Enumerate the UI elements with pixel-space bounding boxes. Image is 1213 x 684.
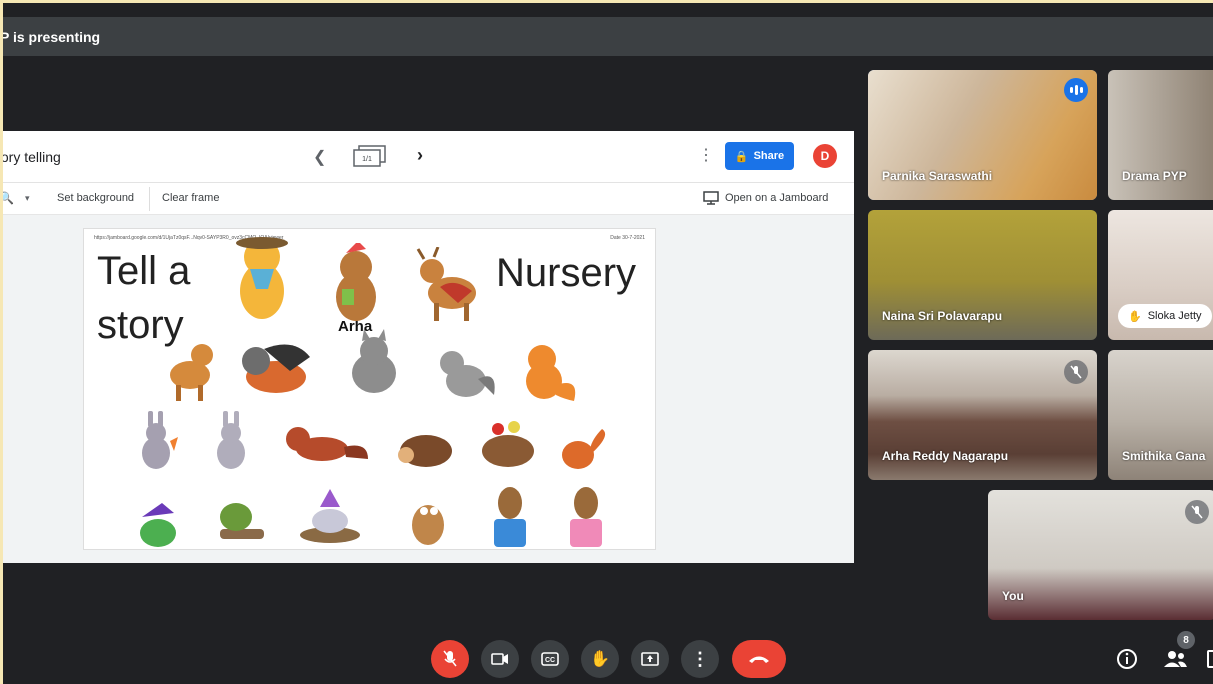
more-options-button[interactable]: ⋮ xyxy=(681,640,719,678)
participant-name: Naina Sri Polavarapu xyxy=(882,309,1003,323)
reindeer-sticker xyxy=(416,247,476,321)
raised-hand-pill: ✋ Sloka Jetty xyxy=(1118,304,1212,328)
share-label: Share xyxy=(753,150,785,162)
participant-tile[interactable]: ✋ Sloka Jetty xyxy=(1108,210,1213,340)
mic-toggle-button[interactable] xyxy=(431,640,469,678)
raccoon-sticker xyxy=(242,344,310,393)
mic-off-icon xyxy=(1064,360,1088,384)
chevron-down-icon[interactable]: ▾ xyxy=(25,193,30,204)
participant-tile[interactable]: Drama PYP xyxy=(1108,70,1213,200)
presentation-area: tory telling ❮ 1/1 › ⋮ 🔒 Share D 🔍 ▾ Set… xyxy=(3,131,854,563)
bear-hat-sticker xyxy=(236,237,288,319)
participant-name: Sloka Jetty xyxy=(1147,310,1202,322)
participant-tile[interactable]: Naina Sri Polavarapu xyxy=(868,210,1097,340)
divider xyxy=(149,187,150,211)
present-button[interactable] xyxy=(631,640,669,678)
next-frame-button[interactable]: › xyxy=(417,145,423,166)
participant-name: Drama PYP xyxy=(1122,169,1187,183)
bear-sticker xyxy=(336,243,376,321)
frog-sticker xyxy=(140,503,176,547)
chat-icon[interactable] xyxy=(1207,648,1213,670)
svg-text:CC: CC xyxy=(545,657,555,664)
captions-button[interactable]: CC xyxy=(531,640,569,678)
present-icon xyxy=(641,652,659,666)
wolf-pup-sticker xyxy=(440,351,495,397)
prev-frame-button[interactable]: ❮ xyxy=(313,147,326,167)
meet-window: P is presenting tory telling ❮ 1/1 › ⋮ 🔒… xyxy=(3,3,1213,684)
avatar[interactable]: D xyxy=(813,144,837,168)
speaking-indicator-icon xyxy=(1064,78,1088,102)
raise-hand-button[interactable]: ✋ xyxy=(581,640,619,678)
jamboard-device-icon xyxy=(703,191,719,205)
jamboard-toolbar: 🔍 ▾ Set background Clear frame Open on a… xyxy=(3,183,854,215)
fawn-sticker xyxy=(170,344,213,401)
hedgehog-apple-sticker xyxy=(482,421,534,467)
more-vert-icon: ⋮ xyxy=(691,648,709,669)
owl-pink-cup-sticker xyxy=(570,487,602,547)
end-call-button[interactable] xyxy=(732,640,786,678)
open-on-jamboard-label: Open on a Jamboard xyxy=(725,192,829,204)
share-button[interactable]: 🔒 Share xyxy=(725,142,794,170)
wolf-sticker xyxy=(352,329,396,393)
camera-icon xyxy=(491,653,508,665)
turtle-sticker xyxy=(220,503,264,539)
rabbit-sticker xyxy=(142,411,178,469)
self-view-tile[interactable]: You xyxy=(988,490,1213,620)
presenting-bar: P is presenting xyxy=(3,17,1213,56)
open-on-jamboard-button[interactable]: Open on a Jamboard xyxy=(703,191,828,205)
owl-blue-cup-sticker xyxy=(494,487,526,547)
hand-icon: ✋ xyxy=(1128,310,1142,323)
text-tell-a: Tell a xyxy=(97,249,191,293)
participant-name: Parnika Saraswathi xyxy=(882,169,993,183)
participant-name: Smithika Gana xyxy=(1122,449,1206,463)
rabbit-2-sticker xyxy=(217,411,245,469)
owl-sticker xyxy=(412,505,444,545)
lock-icon: 🔒 xyxy=(734,150,749,163)
frame-counter: 1/1 xyxy=(362,156,372,163)
presenter-label: P is presenting xyxy=(3,28,101,45)
participant-name: Arha Reddy Nagarapu xyxy=(882,449,1009,463)
info-icon[interactable] xyxy=(1116,648,1138,670)
more-vert-icon[interactable]: ⋮ xyxy=(698,145,714,165)
set-background-button[interactable]: Set background xyxy=(57,192,134,204)
raise-hand-icon: ✋ xyxy=(590,651,610,668)
jamboard-header: tory telling ❮ 1/1 › ⋮ 🔒 Share D xyxy=(3,131,854,183)
camera-toggle-button[interactable] xyxy=(481,640,519,678)
participant-tile[interactable]: Smithika Gana xyxy=(1108,350,1213,480)
jam-canvas: https://jamboard.google.com/d/1UjaTz0qsF… xyxy=(83,228,656,550)
captions-icon: CC xyxy=(541,652,559,666)
participant-name: You xyxy=(1002,589,1024,603)
squirrel-sticker xyxy=(562,429,606,469)
red-panda-sticker xyxy=(286,427,368,461)
people-icon[interactable] xyxy=(1162,648,1188,670)
canvas-date: Date 30-7-2021 xyxy=(610,235,645,241)
clear-frame-button[interactable]: Clear frame xyxy=(162,192,219,204)
people-count-badge: 8 xyxy=(1177,631,1195,649)
fox-sticker xyxy=(526,345,576,401)
bird-nest-sticker xyxy=(300,489,360,543)
text-nursery: Nursery xyxy=(496,251,637,295)
mic-off-icon xyxy=(443,650,457,667)
zoom-icon[interactable]: 🔍 xyxy=(3,191,14,205)
frame-bar-icon[interactable]: 1/1 xyxy=(351,145,387,167)
jam-title: tory telling xyxy=(3,149,61,165)
participant-tile[interactable]: Arha Reddy Nagarapu xyxy=(868,350,1097,480)
participant-tile[interactable]: Parnika Saraswathi xyxy=(868,70,1097,200)
mic-off-icon xyxy=(1185,500,1209,524)
end-call-icon xyxy=(749,656,769,663)
hedgehog-sticker xyxy=(398,435,452,467)
